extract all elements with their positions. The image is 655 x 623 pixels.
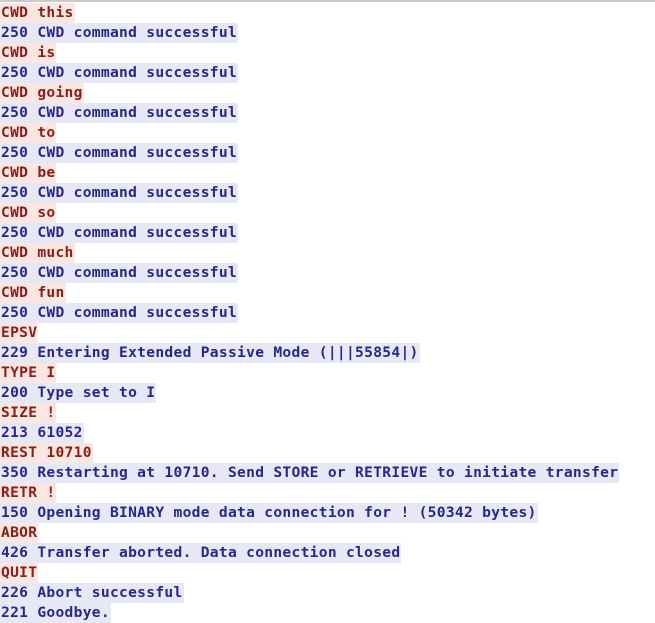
ftp-response-line: 150 Opening BINARY mode data connection … bbox=[0, 503, 655, 523]
ftp-command-line: CWD be bbox=[0, 163, 655, 183]
ftp-command-text: CWD going bbox=[0, 83, 84, 103]
ftp-command-line: CWD this bbox=[0, 3, 655, 23]
ftp-response-line: 200 Type set to I bbox=[0, 383, 655, 403]
ftp-response-text: 226 Abort successful bbox=[0, 583, 184, 603]
ftp-command-line: CWD much bbox=[0, 243, 655, 263]
ftp-command-text: CWD to bbox=[0, 123, 57, 143]
ftp-response-text: 250 CWD command successful bbox=[0, 23, 239, 43]
ftp-command-text: CWD so bbox=[0, 203, 57, 223]
ftp-response-text: 426 Transfer aborted. Data connection cl… bbox=[0, 543, 402, 563]
ftp-response-line: 226 Abort successful bbox=[0, 583, 655, 603]
ftp-command-text: CWD be bbox=[0, 163, 57, 183]
ftp-response-text: 221 Goodbye. bbox=[0, 603, 111, 623]
ftp-command-line: RETR ! bbox=[0, 483, 655, 503]
ftp-response-line: 229 Entering Extended Passive Mode (|||5… bbox=[0, 343, 655, 363]
ftp-command-text: CWD is bbox=[0, 43, 57, 63]
ftp-command-line: QUIT bbox=[0, 563, 655, 583]
ftp-response-line: 250 CWD command successful bbox=[0, 143, 655, 163]
ftp-command-text: RETR ! bbox=[0, 483, 57, 503]
ftp-response-text: 250 CWD command successful bbox=[0, 303, 239, 323]
ftp-command-text: SIZE ! bbox=[0, 403, 57, 423]
ftp-command-line: CWD going bbox=[0, 83, 655, 103]
ftp-response-line: 250 CWD command successful bbox=[0, 23, 655, 43]
ftp-response-line: 221 Goodbye. bbox=[0, 603, 655, 623]
ftp-command-line: EPSV bbox=[0, 323, 655, 343]
ftp-response-text: 250 CWD command successful bbox=[0, 183, 239, 203]
ftp-response-text: 200 Type set to I bbox=[0, 383, 157, 403]
ftp-response-text: 350 Restarting at 10710. Send STORE or R… bbox=[0, 463, 620, 483]
ftp-response-text: 250 CWD command successful bbox=[0, 143, 239, 163]
ftp-response-line: 350 Restarting at 10710. Send STORE or R… bbox=[0, 463, 655, 483]
ftp-response-text: 250 CWD command successful bbox=[0, 63, 239, 83]
ftp-response-line: 250 CWD command successful bbox=[0, 103, 655, 123]
ftp-response-line: 426 Transfer aborted. Data connection cl… bbox=[0, 543, 655, 563]
ftp-response-line: 250 CWD command successful bbox=[0, 263, 655, 283]
ftp-command-line: SIZE ! bbox=[0, 403, 655, 423]
ftp-command-line: REST 10710 bbox=[0, 443, 655, 463]
ftp-command-text: ABOR bbox=[0, 523, 39, 543]
ftp-command-text: EPSV bbox=[0, 323, 39, 343]
ftp-command-text: CWD fun bbox=[0, 283, 66, 303]
ftp-command-line: TYPE I bbox=[0, 363, 655, 383]
ftp-command-line: CWD fun bbox=[0, 283, 655, 303]
ftp-command-line: CWD is bbox=[0, 43, 655, 63]
ftp-command-line: ABOR bbox=[0, 523, 655, 543]
ftp-response-line: 250 CWD command successful bbox=[0, 63, 655, 83]
ftp-response-line: 250 CWD command successful bbox=[0, 223, 655, 243]
ftp-command-text: REST 10710 bbox=[0, 443, 93, 463]
ftp-response-text: 250 CWD command successful bbox=[0, 223, 239, 243]
ftp-response-text: 250 CWD command successful bbox=[0, 103, 239, 123]
ftp-session-transcript: CWD this 250 CWD command successful CWD is… bbox=[0, 0, 655, 623]
ftp-command-line: CWD so bbox=[0, 203, 655, 223]
ftp-command-text: CWD this bbox=[0, 3, 75, 23]
ftp-response-text: 150 Opening BINARY mode data connection … bbox=[0, 503, 538, 523]
ftp-response-line: 250 CWD command successful bbox=[0, 183, 655, 203]
ftp-command-text: QUIT bbox=[0, 563, 39, 583]
ftp-command-line: CWD to bbox=[0, 123, 655, 143]
ftp-response-text: 213 61052 bbox=[0, 423, 84, 443]
ftp-command-text: CWD much bbox=[0, 243, 75, 263]
ftp-response-line: 250 CWD command successful bbox=[0, 303, 655, 323]
ftp-response-text: 229 Entering Extended Passive Mode (|||5… bbox=[0, 343, 420, 363]
ftp-response-text: 250 CWD command successful bbox=[0, 263, 239, 283]
ftp-response-line: 213 61052 bbox=[0, 423, 655, 443]
ftp-command-text: TYPE I bbox=[0, 363, 57, 383]
